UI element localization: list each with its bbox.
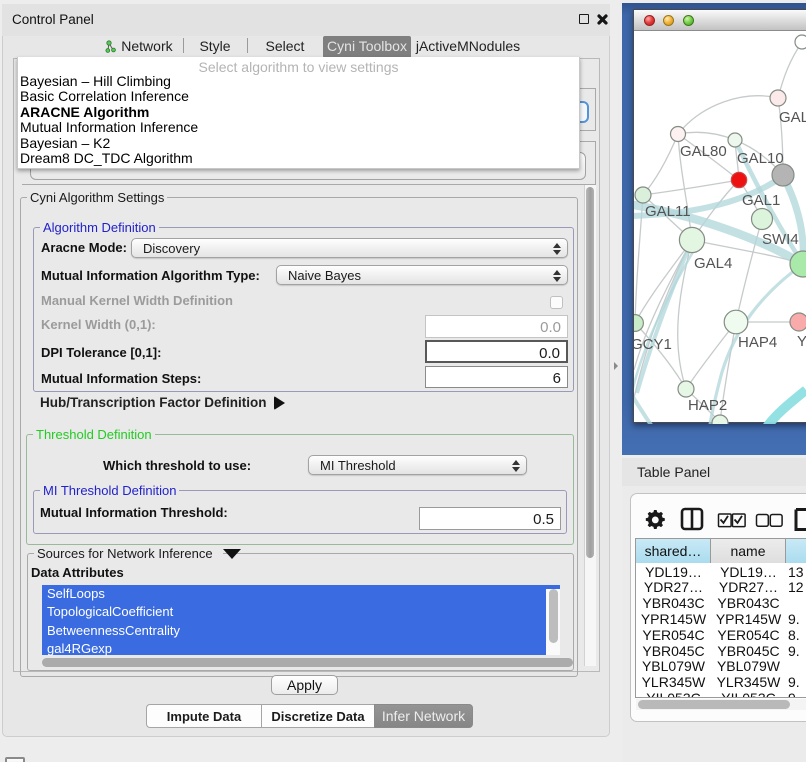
svg-text:GCY1: GCY1: [634, 336, 672, 353]
svg-text:HAP4: HAP4: [738, 334, 777, 351]
svg-text:GAL: GAL: [779, 109, 806, 126]
svg-text:SWI4: SWI4: [762, 231, 799, 248]
svg-text:Y: Y: [797, 333, 806, 350]
svg-text:GAL11: GAL11: [645, 203, 691, 220]
svg-text:HAP2: HAP2: [688, 397, 727, 414]
svg-text:GAL80: GAL80: [680, 143, 727, 160]
svg-text:GAL10: GAL10: [737, 150, 784, 167]
svg-text:GAL4: GAL4: [694, 255, 732, 272]
svg-text:GAL1: GAL1: [742, 192, 780, 209]
